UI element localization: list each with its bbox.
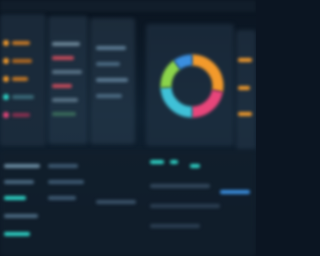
table-row[interactable] bbox=[150, 224, 200, 228]
table-row[interactable] bbox=[48, 196, 76, 200]
metric-bar bbox=[190, 164, 200, 168]
table-row[interactable] bbox=[4, 180, 34, 184]
table-row[interactable] bbox=[150, 184, 210, 188]
table-row[interactable] bbox=[4, 214, 38, 218]
metric-bar bbox=[238, 112, 252, 116]
metric-bar bbox=[170, 160, 178, 164]
table-row[interactable] bbox=[4, 164, 40, 168]
dashboard-screen bbox=[0, 0, 256, 256]
metric-bar bbox=[220, 190, 250, 194]
table-row[interactable] bbox=[150, 204, 220, 208]
metric-bar bbox=[238, 58, 252, 62]
table-row[interactable] bbox=[48, 164, 78, 168]
table-row[interactable] bbox=[96, 200, 136, 204]
donut-chart bbox=[160, 54, 224, 118]
metric-bar bbox=[238, 86, 250, 90]
metric-bar bbox=[150, 160, 164, 164]
table-row[interactable] bbox=[4, 196, 26, 200]
table-row[interactable] bbox=[48, 180, 84, 184]
table-row[interactable] bbox=[4, 232, 30, 236]
